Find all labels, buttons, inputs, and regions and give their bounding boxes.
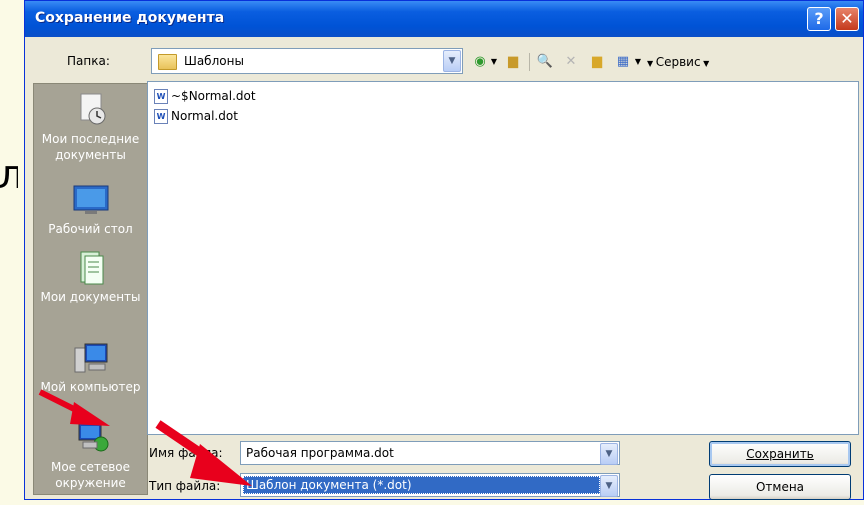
close-button[interactable]: ✕ xyxy=(835,7,859,31)
save-dialog: Сохранение документа ? ✕ Папка: Шаблоны … xyxy=(24,0,864,500)
place-my-computer[interactable]: Мой компьютер xyxy=(34,340,147,395)
views-dropdown-icon[interactable]: ▼ xyxy=(633,51,643,73)
places-bar: Мои последние документы Рабочий стол Мои… xyxy=(33,83,148,495)
search-web-icon[interactable]: 🔍 xyxy=(535,51,555,73)
recent-documents-icon xyxy=(71,92,111,128)
place-label: Мой компьютер xyxy=(40,380,141,394)
network-places-icon xyxy=(71,420,111,456)
save-button-label: Сохранить xyxy=(746,447,814,461)
tools-menu-label: Сервис xyxy=(655,55,701,69)
place-label: Рабочий стол xyxy=(48,222,133,236)
filename-label: Имя файла: xyxy=(149,446,223,460)
title-bar[interactable]: Сохранение документа ? ✕ xyxy=(25,1,863,37)
views-icon[interactable]: ▦ xyxy=(613,51,633,73)
filename-input[interactable]: Рабочая программа.dot ▼ xyxy=(240,441,620,465)
word-template-icon: W xyxy=(154,89,168,104)
folder-select[interactable]: Шаблоны ▼ xyxy=(151,48,463,74)
place-desktop[interactable]: Рабочий стол xyxy=(34,182,147,237)
cancel-button[interactable]: Отмена xyxy=(709,474,851,500)
chevron-down-icon[interactable]: ▼ xyxy=(600,443,618,465)
place-label: Мои документы xyxy=(40,290,141,304)
folder-icon xyxy=(158,54,177,70)
help-button[interactable]: ? xyxy=(807,7,831,31)
back-icon[interactable]: ◉ xyxy=(471,51,489,73)
back-dropdown-icon[interactable]: ▼ xyxy=(489,51,499,73)
folder-value: Шаблоны xyxy=(184,54,244,68)
background-slide-text: л xyxy=(0,152,18,198)
filetype-select[interactable]: Шаблон документа (*.dot) ▼ xyxy=(240,473,620,497)
place-label: Мои последние документы xyxy=(41,132,140,162)
my-computer-icon xyxy=(71,340,111,376)
filetype-label: Тип файла: xyxy=(149,479,221,493)
list-item[interactable]: W ~$Normal.dot xyxy=(154,87,256,105)
list-item[interactable]: W Normal.dot xyxy=(154,107,238,125)
place-label: Мое сетевое окружение xyxy=(50,460,131,490)
my-documents-icon xyxy=(71,250,111,286)
file-list[interactable]: W ~$Normal.dot W Normal.dot xyxy=(147,81,859,435)
place-network[interactable]: Мое сетевое окружение xyxy=(34,420,147,491)
folder-label: Папка: xyxy=(67,54,110,68)
toolbar-separator xyxy=(529,53,530,71)
chevron-down-icon[interactable]: ▼ xyxy=(443,50,461,72)
save-button[interactable]: Сохранить xyxy=(709,441,851,467)
delete-icon[interactable]: ✕ xyxy=(561,51,581,73)
filename-value: Рабочая программа.dot xyxy=(246,446,394,460)
file-name: Normal.dot xyxy=(171,109,238,123)
up-folder-icon[interactable]: ▆ xyxy=(503,51,523,73)
place-recent-documents[interactable]: Мои последние документы xyxy=(34,92,147,163)
chevron-down-icon[interactable]: ▼ xyxy=(600,475,618,497)
filetype-value: Шаблон документа (*.dot) xyxy=(243,476,600,494)
new-folder-icon[interactable]: ▆ xyxy=(587,51,607,73)
tools-menu[interactable]: ▼ Сервис ▼ xyxy=(647,51,709,75)
word-template-icon: W xyxy=(154,109,168,124)
desktop-icon xyxy=(71,182,111,218)
file-name: ~$Normal.dot xyxy=(171,89,256,103)
place-my-documents[interactable]: Мои документы xyxy=(34,250,147,305)
dialog-title: Сохранение документа xyxy=(35,10,225,26)
